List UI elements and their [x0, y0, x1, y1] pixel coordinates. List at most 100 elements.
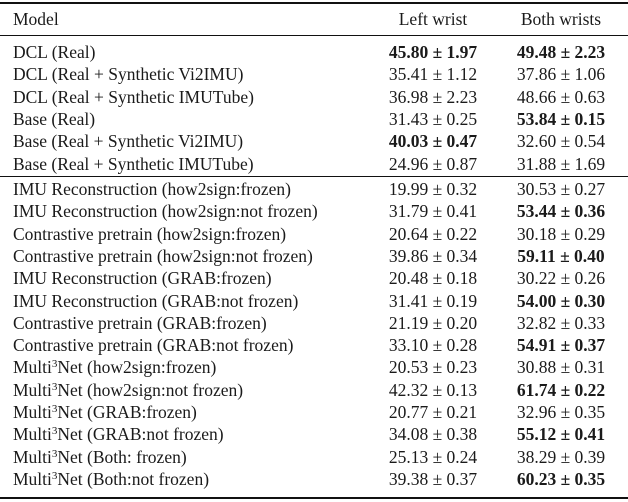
table-row: Multi3Net (GRAB:frozen) 20.77 ± 0.21 32.96… — [0, 401, 628, 423]
model-cell: IMU Reconstruction (how2sign:frozen) — [13, 179, 291, 199]
model-name-rest: Net (how2sign:not frozen) — [57, 379, 244, 400]
model-cell: Base (Real) — [13, 108, 96, 129]
left-wrist-cell: 33.10 ± 0.28 — [388, 335, 478, 356]
table-row: IMU Reconstruction (GRAB:not frozen) 31.4… — [0, 290, 628, 312]
left-wrist-cell: 35.41 ± 1.12 — [388, 64, 478, 85]
left-wrist-cell: 21.19 ± 0.20 — [388, 312, 478, 333]
model-name-rest: Net (Both: frozen) — [57, 446, 187, 467]
model-name-base: Multi — [13, 446, 52, 467]
table-row: Contrastive pretrain (how2sign:not froze… — [0, 245, 628, 267]
model-cell: Contrastive pretrain (GRAB:frozen) — [13, 312, 267, 333]
left-wrist-cell: 31.43 ± 0.25 — [388, 108, 478, 129]
model-cell: Multi3Net (Both:not frozen) — [13, 468, 209, 490]
model-cell: Contrastive pretrain (how2sign:frozen) — [13, 223, 287, 244]
both-wrists-cell: 59.11 ± 0.40 — [517, 245, 605, 266]
table-row: IMU Reconstruction (how2sign:frozen) 19.9… — [0, 178, 628, 200]
model-name-base: Multi — [13, 402, 52, 422]
model-cell: Base (Real + Synthetic IMUTube) — [13, 153, 254, 174]
both-wrists-cell: 30.22 ± 0.26 — [516, 268, 606, 289]
header-rule — [0, 35, 628, 36]
model-cell: Multi3Net (GRAB:frozen) — [13, 401, 197, 423]
model-cell: IMU Reconstruction (GRAB:not frozen) — [13, 290, 299, 311]
both-wrists-cell: 30.53 ± 0.27 — [516, 179, 606, 199]
table-row: Multi3Net (GRAB:not frozen) 34.08 ± 0.38 5… — [0, 423, 628, 445]
results-table: Model Left wrist Both wrists DCL (Real) 4… — [0, 0, 628, 502]
left-wrist-cell: 19.99 ± 0.32 — [388, 179, 478, 199]
model-cell: DCL (Real + Synthetic Vi2IMU) — [13, 64, 244, 85]
both-wrists-cell: 32.60 ± 0.54 — [516, 131, 606, 152]
both-wrists-cell: 38.29 ± 0.39 — [516, 446, 606, 467]
both-wrists-cell: 48.66 ± 0.63 — [516, 86, 606, 107]
table-row: IMU Reconstruction (GRAB:frozen) 20.48 ± … — [0, 267, 628, 289]
table-row: Contrastive pretrain (how2sign:frozen) 20… — [0, 223, 628, 245]
header-left-wrist: Left wrist — [398, 9, 468, 29]
both-wrists-cell: 30.88 ± 0.31 — [516, 357, 606, 378]
model-name-rest: Net (Both:not frozen) — [57, 468, 210, 489]
table-row: DCL (Real + Synthetic IMUTube) 36.98 ± 2.… — [0, 86, 628, 108]
both-wrists-cell: 60.23 ± 0.35 — [516, 468, 606, 489]
model-name-rest: Net (GRAB:not frozen) — [57, 424, 224, 445]
left-wrist-cell: 36.98 ± 2.23 — [388, 86, 478, 107]
table-row: Contrastive pretrain (GRAB:not frozen) 33… — [0, 334, 628, 356]
left-wrist-cell: 20.48 ± 0.18 — [388, 268, 478, 289]
left-wrist-cell: 39.86 ± 0.34 — [388, 245, 478, 266]
left-wrist-cell: 34.08 ± 0.38 — [388, 424, 478, 445]
model-name-base: Multi — [13, 424, 52, 445]
left-wrist-cell: 25.13 ± 0.24 — [388, 446, 478, 467]
model-cell: DCL (Real + Synthetic IMUTube) — [13, 86, 254, 107]
table-row: Base (Real + Synthetic IMUTube) 24.96 ± 0… — [0, 153, 628, 175]
top-rule — [0, 2, 628, 4]
both-wrists-cell: 53.84 ± 0.15 — [516, 108, 606, 129]
header-both-wrists: Both wrists — [520, 9, 602, 29]
both-wrists-cell: 55.12 ± 0.41 — [516, 424, 606, 445]
table-row: Multi3Net (how2sign:not frozen) 42.32 ± 0… — [0, 379, 628, 401]
both-wrists-cell: 49.48 ± 2.23 — [516, 42, 606, 62]
table-row: Base (Real) 31.43 ± 0.25 53.84 ± 0.15 — [0, 108, 628, 130]
left-wrist-cell: 31.41 ± 0.19 — [388, 290, 478, 311]
group-separator-rule — [0, 176, 628, 177]
table-row: Contrastive pretrain (GRAB:frozen) 21.19 … — [0, 312, 628, 334]
model-cell: Contrastive pretrain (GRAB:not frozen) — [13, 335, 294, 356]
left-wrist-cell: 42.32 ± 0.13 — [388, 379, 478, 400]
model-cell: Multi3Net (how2sign:not frozen) — [13, 379, 243, 401]
model-name-base: Multi — [13, 357, 52, 378]
model-cell: Base (Real + Synthetic Vi2IMU) — [13, 131, 244, 152]
model-name-base: Multi — [13, 468, 52, 489]
model-cell: IMU Reconstruction (GRAB:frozen) — [13, 268, 272, 289]
table-row: IMU Reconstruction (how2sign:not frozen)… — [0, 200, 628, 222]
both-wrists-cell: 32.82 ± 0.33 — [516, 312, 606, 333]
both-wrists-cell: 61.74 ± 0.22 — [516, 379, 606, 400]
model-cell: DCL (Real) — [13, 42, 96, 62]
model-cell: IMU Reconstruction (how2sign:not frozen) — [13, 201, 318, 222]
left-wrist-cell: 24.96 ± 0.87 — [388, 153, 478, 174]
left-wrist-cell: 20.77 ± 0.21 — [388, 402, 478, 422]
model-cell: Multi3Net (how2sign:frozen) — [13, 356, 216, 378]
table-row: DCL (Real) 45.80 ± 1.97 49.48 ± 2.23 — [0, 41, 628, 63]
left-wrist-cell: 20.53 ± 0.23 — [388, 357, 478, 378]
table-row: Multi3Net (Both: frozen) 25.13 ± 0.24 38.2… — [0, 446, 628, 468]
both-wrists-cell: 37.86 ± 1.06 — [516, 64, 606, 85]
both-wrists-cell: 53.44 ± 0.36 — [516, 201, 606, 222]
left-wrist-cell: 40.03 ± 0.47 — [388, 131, 478, 152]
model-cell: Multi3Net (Both: frozen) — [13, 446, 187, 468]
both-wrists-cell: 31.88 ± 1.69 — [516, 153, 606, 174]
model-cell: Contrastive pretrain (how2sign:not froze… — [13, 245, 313, 266]
model-name-rest: Net (how2sign:frozen) — [57, 357, 217, 378]
header-row: Model Left wrist Both wrists — [0, 8, 628, 30]
both-wrists-cell: 54.00 ± 0.30 — [516, 290, 606, 311]
both-wrists-cell: 32.96 ± 0.35 — [516, 402, 606, 422]
header-model: Model — [13, 9, 59, 29]
left-wrist-cell: 20.64 ± 0.22 — [388, 223, 478, 244]
table-row: Multi3Net (Both:not frozen) 39.38 ± 0.37 6… — [0, 468, 628, 490]
both-wrists-cell: 30.18 ± 0.29 — [516, 223, 606, 244]
model-name-base: Multi — [13, 379, 52, 400]
model-name-rest: Net (GRAB:frozen) — [57, 402, 197, 422]
table-row: DCL (Real + Synthetic Vi2IMU) 35.41 ± 1.1… — [0, 63, 628, 85]
both-wrists-cell: 54.91 ± 0.37 — [516, 335, 606, 356]
bottom-rule — [0, 497, 628, 499]
left-wrist-cell: 39.38 ± 0.37 — [388, 468, 478, 489]
left-wrist-cell: 45.80 ± 1.97 — [388, 42, 478, 62]
table-row: Multi3Net (how2sign:frozen) 20.53 ± 0.23 3… — [0, 356, 628, 378]
left-wrist-cell: 31.79 ± 0.41 — [388, 201, 478, 222]
table-row: Base (Real + Synthetic Vi2IMU) 40.03 ± 0.… — [0, 130, 628, 152]
